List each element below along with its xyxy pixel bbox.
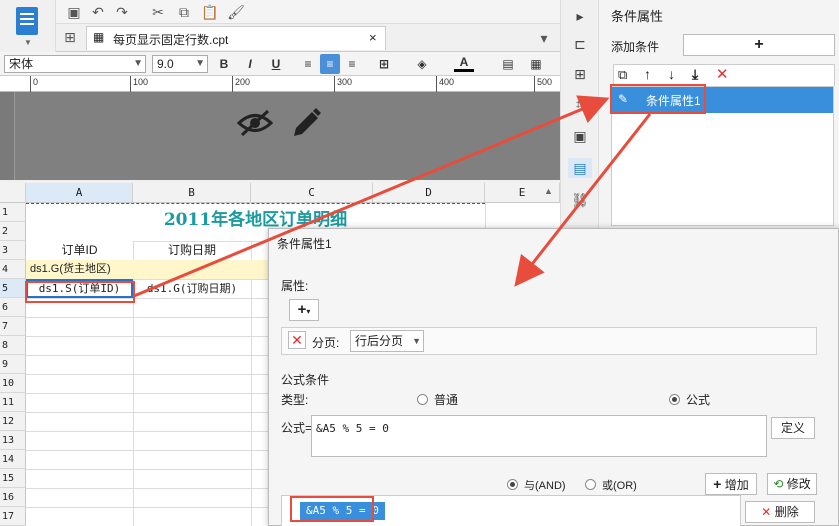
annotation-arrows bbox=[133, 95, 652, 298]
